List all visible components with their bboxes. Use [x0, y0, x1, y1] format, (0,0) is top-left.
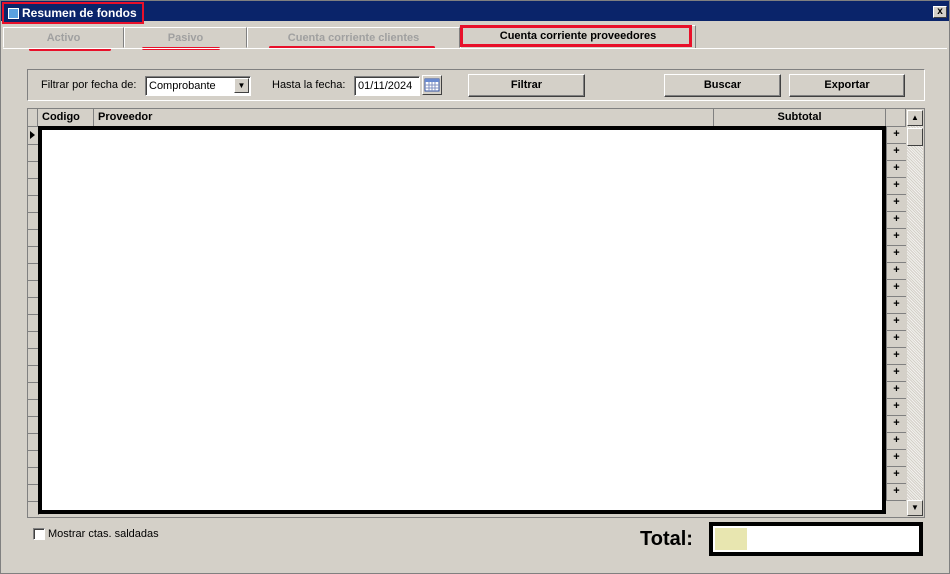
scroll-up-button[interactable]: ▲: [907, 110, 923, 126]
tab-pasivo[interactable]: Pasivo: [124, 27, 247, 48]
expand-row-button[interactable]: +: [886, 297, 906, 314]
tab-proveedores-highlight: [460, 25, 692, 47]
expand-row-button[interactable]: +: [886, 348, 906, 365]
search-button[interactable]: Buscar: [664, 74, 781, 97]
expand-row-button[interactable]: +: [886, 195, 906, 212]
row-selector-line: [28, 382, 38, 383]
row-selector-line: [28, 501, 38, 502]
row-selector-line: [28, 467, 38, 468]
window-title: Resumen de fondos: [2, 2, 144, 24]
expand-row-button[interactable]: +: [886, 127, 906, 144]
row-selector-line: [28, 246, 38, 247]
row-selector-line: [28, 161, 38, 162]
app-icon: [8, 8, 19, 19]
column-codigo[interactable]: Codigo: [38, 109, 94, 126]
total-field: [709, 522, 923, 556]
row-selector-line: [28, 348, 38, 349]
row-selector-header: [28, 109, 38, 126]
calendar-icon: [424, 78, 440, 92]
date-filter-value: Comprobante: [149, 80, 216, 92]
until-date-value: 01/11/2024: [358, 80, 413, 92]
data-grid: Codigo Proveedor Subtotal + + + + + + + + + + + + + +…: [27, 108, 925, 518]
calendar-button[interactable]: [422, 75, 442, 95]
row-selector-line: [28, 484, 38, 485]
expand-row-button[interactable]: +: [886, 212, 906, 229]
row-selector-line: [28, 280, 38, 281]
vertical-scrollbar[interactable]: ▲ ▼: [907, 110, 923, 516]
tab-cuenta-corriente-clientes[interactable]: Cuenta corriente clientes: [247, 27, 460, 48]
current-row-indicator-icon: [30, 131, 35, 139]
row-selector-line: [28, 314, 38, 315]
filter-button[interactable]: Filtrar: [468, 74, 585, 97]
expand-row-button[interactable]: +: [886, 433, 906, 450]
window-title-text: Resumen de fondos: [22, 6, 137, 20]
expand-row-button[interactable]: +: [886, 382, 906, 399]
date-filter-label: Filtrar por fecha de:: [41, 79, 137, 91]
show-settled-checkbox[interactable]: [33, 528, 45, 540]
expand-row-button[interactable]: +: [886, 178, 906, 195]
row-selector-line: [28, 178, 38, 179]
expand-row-button[interactable]: +: [886, 314, 906, 331]
expand-row-button[interactable]: +: [886, 467, 906, 484]
expand-row-button[interactable]: +: [886, 161, 906, 178]
row-selector-line: [28, 416, 38, 417]
scroll-down-button[interactable]: ▼: [907, 500, 923, 516]
column-proveedor[interactable]: Proveedor: [94, 109, 714, 126]
row-selector-line: [28, 212, 38, 213]
row-selector-line: [28, 195, 38, 196]
grid-header: Codigo Proveedor Subtotal: [28, 109, 906, 127]
expand-row-button[interactable]: +: [886, 416, 906, 433]
total-value: [715, 528, 747, 550]
tab-activo[interactable]: Activo: [3, 27, 124, 48]
row-selector-line: [28, 450, 38, 451]
expand-row-button[interactable]: +: [886, 280, 906, 297]
row-selector-line: [28, 229, 38, 230]
expand-row-button[interactable]: +: [886, 263, 906, 280]
expand-row-button[interactable]: +: [886, 144, 906, 161]
row-selector-line: [28, 399, 38, 400]
export-button[interactable]: Exportar: [789, 74, 905, 97]
expand-buttons-column: + + + + + + + + + + + + + + + + + + + + + +: [886, 126, 906, 516]
expand-row-button[interactable]: +: [886, 246, 906, 263]
expand-column-header: [886, 109, 906, 126]
column-subtotal[interactable]: Subtotal: [714, 109, 886, 126]
expand-row-button[interactable]: +: [886, 365, 906, 382]
grid-body[interactable]: [38, 126, 886, 514]
chevron-down-icon[interactable]: ▼: [234, 78, 249, 93]
resumen-window: x Resumen de fondos Activo Pasivo Cuenta…: [0, 0, 950, 574]
show-settled-label[interactable]: Mostrar ctas. saldadas: [48, 528, 159, 540]
total-label: Total:: [640, 528, 693, 550]
scroll-thumb[interactable]: [907, 128, 923, 146]
row-selector-line: [28, 433, 38, 434]
row-selector-line: [28, 297, 38, 298]
expand-row-button[interactable]: +: [886, 484, 906, 501]
row-selector-line: [28, 144, 38, 145]
close-button[interactable]: x: [933, 6, 947, 18]
until-date-input[interactable]: 01/11/2024: [354, 76, 420, 96]
expand-row-button[interactable]: +: [886, 450, 906, 467]
expand-row-button[interactable]: +: [886, 229, 906, 246]
row-selector-line: [28, 263, 38, 264]
until-date-label: Hasta la fecha:: [272, 79, 346, 91]
expand-row-button[interactable]: +: [886, 399, 906, 416]
expand-row-button[interactable]: +: [886, 331, 906, 348]
row-selector-line: [28, 365, 38, 366]
date-filter-select[interactable]: Comprobante ▼: [145, 76, 251, 96]
row-selector-line: [28, 331, 38, 332]
